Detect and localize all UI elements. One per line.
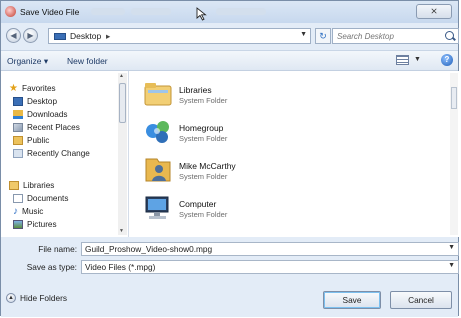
address-location[interactable]: Desktop [70, 31, 101, 41]
folder-icon [13, 135, 23, 145]
user-folder-icon [145, 158, 171, 182]
organize-menu[interactable]: Organize ▾ [7, 56, 48, 67]
nav-label: Music [22, 206, 44, 216]
nav-item-pictures[interactable]: Pictures [13, 218, 57, 230]
dialog-title: Save Video File [20, 7, 80, 17]
hide-folders-button[interactable]: ▲ Hide Folders [6, 293, 67, 303]
save-options-panel: File name: Guild_Proshow_Video-show0.mpg… [1, 237, 459, 317]
computer-icon [145, 196, 169, 219]
nav-label: Desktop [27, 96, 58, 106]
navigation-scrollbar[interactable]: ▲ ▼ [118, 73, 127, 235]
blurred-title-text [131, 8, 171, 15]
scrollbar-thumb[interactable] [451, 87, 457, 109]
nav-item-music[interactable]: ♪ Music [13, 205, 43, 217]
chevron-down-icon[interactable]: ▼ [448, 262, 455, 269]
desktop-location-icon [54, 33, 66, 40]
close-button[interactable]: ⨯ [416, 4, 452, 19]
nav-item-documents[interactable]: Documents [13, 192, 68, 204]
mouse-cursor-icon [196, 7, 207, 21]
breadcrumb-separator[interactable]: ▸ [106, 31, 110, 42]
command-toolbar: Organize ▾ New folder ▼ ? [1, 50, 458, 71]
file-name: Mike McCarthy [179, 161, 236, 171]
music-icon: ♪ [13, 205, 18, 217]
homegroup-icon [146, 121, 169, 143]
browser-body: ★ Favorites Desktop Downloads Recent Pla… [1, 71, 460, 237]
blurred-title-text [91, 8, 125, 15]
file-name: Computer [179, 199, 217, 209]
libraries-folder-icon [144, 83, 172, 106]
file-list: Libraries System Folder Homegroup System… [129, 71, 460, 237]
pictures-icon [13, 219, 23, 229]
back-button[interactable]: ◀ [6, 28, 21, 43]
save-video-file-dialog: Save Video File ⨯ ◀ ▶ Desktop ▸ ▼ ↻ Orga… [0, 0, 460, 317]
change-view-icon[interactable] [396, 55, 409, 65]
chevron-down-icon[interactable]: ▼ [448, 244, 455, 251]
list-item[interactable]: Mike McCarthy System Folder [139, 151, 439, 189]
scrollbar-thumb[interactable] [119, 83, 126, 123]
search-input[interactable] [337, 30, 437, 42]
address-row: ◀ ▶ Desktop ▸ ▼ ↻ [1, 25, 459, 47]
app-icon [5, 6, 16, 17]
file-name: Libraries [179, 85, 212, 95]
help-icon[interactable]: ? [441, 54, 453, 66]
forward-button[interactable]: ▶ [23, 28, 38, 43]
list-item[interactable]: Libraries System Folder [139, 75, 439, 113]
view-dropdown-icon[interactable]: ▼ [414, 56, 421, 63]
recent-changed-icon [13, 148, 23, 158]
filename-value[interactable]: Guild_Proshow_Video-show0.mpg [85, 244, 212, 254]
documents-icon [13, 193, 23, 203]
nav-label: Recent Places [27, 122, 80, 132]
list-item[interactable]: Homegroup System Folder [139, 113, 439, 151]
savetype-value[interactable]: Video Files (*.mpg) [85, 262, 155, 272]
nav-label: Libraries [23, 180, 55, 190]
title-bar: Save Video File ⨯ [1, 1, 458, 23]
blurred-title-text [216, 8, 266, 15]
address-dropdown-icon[interactable]: ▼ [300, 31, 307, 38]
downloads-icon [13, 109, 23, 119]
recent-places-icon [13, 122, 23, 132]
list-item[interactable]: Computer System Folder [139, 189, 439, 227]
nav-item-downloads[interactable]: Downloads [13, 108, 68, 120]
filename-field[interactable]: Guild_Proshow_Video-show0.mpg ▼ [81, 242, 459, 256]
nav-label: Public [27, 135, 50, 145]
nav-item-recently-changed[interactable]: Recently Change [13, 147, 90, 159]
nav-item-favorites[interactable]: ★ Favorites [9, 82, 56, 94]
hide-folders-label: Hide Folders [20, 293, 68, 303]
file-type: System Folder [179, 172, 228, 181]
savetype-select[interactable]: Video Files (*.mpg) ▼ [81, 260, 459, 274]
nav-item-recent-places[interactable]: Recent Places [13, 121, 80, 133]
file-type: System Folder [179, 134, 228, 143]
refresh-button[interactable]: ↻ [315, 28, 331, 44]
search-box[interactable] [332, 28, 459, 44]
chevron-up-icon[interactable]: ▲ [6, 293, 16, 303]
save-button[interactable]: Save [323, 291, 381, 309]
nav-label: Downloads [27, 109, 68, 119]
nav-label: Pictures [27, 219, 57, 229]
file-type: System Folder [179, 96, 228, 105]
navigation-pane: ★ Favorites Desktop Downloads Recent Pla… [1, 71, 129, 237]
nav-label: Documents [27, 193, 69, 203]
file-list-scrollbar[interactable] [450, 73, 458, 235]
scroll-up-icon[interactable]: ▲ [119, 73, 124, 79]
cancel-button[interactable]: Cancel [390, 291, 452, 309]
savetype-label: Save as type: [26, 262, 77, 272]
address-bar[interactable]: Desktop ▸ ▼ [48, 28, 311, 44]
scroll-down-icon[interactable]: ▼ [119, 228, 124, 234]
file-name: Homegroup [179, 123, 224, 133]
nav-item-desktop[interactable]: Desktop [13, 95, 57, 107]
nav-item-public[interactable]: Public [13, 134, 49, 146]
nav-item-libraries[interactable]: Libraries [9, 179, 54, 191]
libraries-icon [9, 180, 19, 190]
nav-label: Favorites [21, 83, 56, 93]
star-icon: ★ [9, 82, 18, 94]
nav-label: Recently Change [27, 148, 90, 158]
file-type: System Folder [179, 210, 228, 219]
filename-label: File name: [38, 244, 77, 254]
desktop-icon [13, 96, 23, 106]
search-icon[interactable] [445, 31, 454, 40]
new-folder-button[interactable]: New folder [67, 56, 108, 66]
